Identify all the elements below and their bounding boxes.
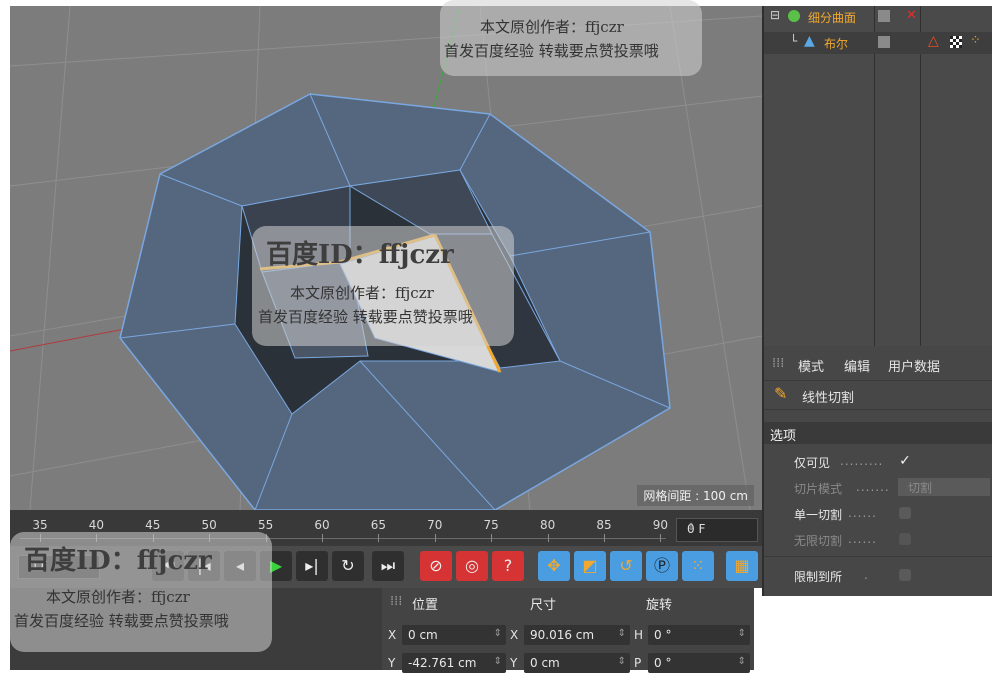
next-key-icon[interactable]: ▸|: [296, 551, 328, 581]
size-y-field[interactable]: 0 cm ⇕: [524, 653, 630, 673]
timeline-tick-mark: [434, 534, 436, 542]
tool-title: 线性切割: [802, 391, 855, 406]
rotate-icon[interactable]: ↺: [610, 551, 642, 581]
rotation-p-field[interactable]: 0 ° ⇕: [648, 653, 750, 673]
option-single-cut: 单一切割 ......: [764, 502, 992, 526]
object-label[interactable]: 布尔: [824, 35, 848, 52]
timeline-tick-label: 50: [201, 518, 217, 532]
visible-only-checkbox[interactable]: ✓: [899, 454, 911, 468]
grip-icon: ⁞⁞⁞: [772, 356, 785, 371]
option-label: 仅可见: [794, 456, 831, 470]
timeline-tick-label: 35: [32, 518, 48, 532]
timeline-tick-label: 65: [370, 518, 387, 532]
coordinates-panel: ⁞⁞⁞ 位置 尺寸 旋转 X 0 cm ⇕ X 90.016 cm ⇕ H 0 ° ⇕…: [382, 588, 754, 673]
object-label[interactable]: 细分曲面: [808, 9, 856, 26]
help-icon[interactable]: ?: [492, 551, 524, 581]
option-label: 无限切割: [794, 534, 843, 548]
record-icon[interactable]: ⊘: [420, 551, 452, 581]
position-x-field[interactable]: 0 cm ⇕: [402, 625, 506, 645]
option-label: 切片模式: [794, 482, 843, 496]
timeline-tick-mark: [604, 534, 605, 542]
layer-icon[interactable]: [878, 36, 890, 48]
move-icon[interactable]: ✥: [538, 551, 570, 581]
timeline-tick-label: 40: [88, 518, 105, 532]
timeline-tick-label: 90: [652, 518, 669, 532]
timeline-tick-label: 55: [257, 518, 274, 532]
attribute-manager: ⁞⁞⁞ 模式 编辑 用户数据 ✎ 线性切割 选项 仅可见 ......... ✓…: [762, 346, 992, 596]
watermark-bottom: 百度ID：ffjczr 本文原创作者：ffjczr 首发百度经验 转载要点赞投票…: [10, 532, 272, 652]
timeline-tick-label: 80: [539, 518, 556, 532]
options-section[interactable]: 选项: [764, 422, 992, 444]
position-y-field[interactable]: -42.761 cm ⇕: [402, 653, 506, 673]
rotation-h-field[interactable]: 0 ° ⇕: [648, 625, 750, 645]
loop-icon[interactable]: ↻: [332, 551, 364, 581]
scale-icon[interactable]: ◩: [574, 551, 606, 581]
grip-icon: ⁞⁞⁞: [390, 594, 403, 609]
subdivision-icon: [788, 10, 800, 22]
timeline-tick-mark: [491, 534, 493, 542]
timeline-tick-mark: [660, 534, 662, 542]
timeline-tick-mark: [378, 534, 380, 542]
skip-end-icon[interactable]: ⏭: [372, 551, 404, 581]
option-slice-mode: 切片模式 ....... 切割: [764, 476, 992, 500]
restrict-checkbox[interactable]: [899, 569, 911, 581]
option-label: 单一切割: [794, 508, 843, 522]
tab-edit[interactable]: 编辑: [844, 356, 870, 375]
object-row-subdivision[interactable]: ⊟ 细分曲面 ✕: [764, 6, 992, 28]
frame-field[interactable]: 0 F ⇕: [676, 518, 758, 542]
option-restrict: 限制到所 .: [764, 564, 992, 588]
tab-mode[interactable]: 模式: [798, 356, 824, 375]
knife-icon: ✎: [774, 384, 788, 403]
object-row-boole[interactable]: └ ▲ 布尔 △ ⁘: [764, 32, 992, 54]
position-header: 位置: [412, 598, 439, 613]
timeline-tick-mark: [322, 534, 323, 542]
disable-icon[interactable]: ✕: [906, 8, 917, 23]
infinite-cut-checkbox[interactable]: [899, 533, 911, 545]
tree-expand-icon[interactable]: ⊟: [770, 8, 780, 22]
object-manager: ⊟ 细分曲面 ✕ └ ▲ 布尔 △ ⁘: [762, 6, 992, 346]
boole-icon: ▲: [804, 33, 815, 49]
single-cut-checkbox[interactable]: [899, 507, 911, 519]
p-icon[interactable]: Ⓟ: [646, 551, 678, 581]
tab-user-data[interactable]: 用户数据: [888, 356, 940, 375]
option-visible-only: 仅可见 ......... ✓: [794, 453, 911, 470]
triangle-tag-icon[interactable]: △: [928, 33, 939, 49]
grid-spacing-readout: 网格间距 : 100 cm: [637, 485, 754, 506]
film-icon[interactable]: ▦: [726, 551, 758, 581]
slice-mode-dropdown[interactable]: 切割: [898, 478, 990, 496]
tree-branch-icon: └: [790, 34, 798, 48]
tool-title-row: ✎ 线性切割: [764, 380, 992, 410]
timeline-tick-mark: [547, 534, 549, 542]
option-infinite-cut: 无限切割 ......: [764, 528, 992, 552]
c4d-window: 网格间距 : 100 cm ⊟ 细分曲面 ✕ └ ▲ 布尔 △ ⁘ ⁞⁞⁞ 模式…: [0, 0, 1000, 679]
timeline-tick-label: 75: [483, 518, 499, 532]
watermark-center: 百度ID：ffjczr 本文原创作者：ffjczr 首发百度经验 转载要点赞投票…: [252, 226, 514, 346]
timeline-tick-label: 45: [145, 518, 161, 532]
autokey-icon[interactable]: ◎: [456, 551, 488, 581]
dots-icon[interactable]: ⁙: [682, 551, 714, 581]
layer-icon[interactable]: [878, 10, 890, 22]
attr-tabs: ⁞⁞⁞ 模式 编辑 用户数据: [764, 350, 992, 376]
checker-tag-icon[interactable]: [950, 36, 962, 48]
section-label: 选项: [770, 429, 797, 444]
timeline-tick-label: 60: [314, 518, 330, 532]
size-header: 尺寸: [530, 598, 557, 613]
watermark-top: 本文原创作者：ffjczr 首发百度经验 转载要点赞投票哦: [440, 0, 702, 76]
dots-tag-icon[interactable]: ⁘: [970, 33, 981, 48]
option-label: 限制到所: [794, 570, 843, 584]
rotation-header: 旋转: [646, 598, 673, 613]
timeline-tick-label: 70: [427, 518, 443, 532]
timeline-tick-label: 85: [596, 518, 612, 532]
size-x-field[interactable]: 90.016 cm ⇕: [524, 625, 630, 645]
